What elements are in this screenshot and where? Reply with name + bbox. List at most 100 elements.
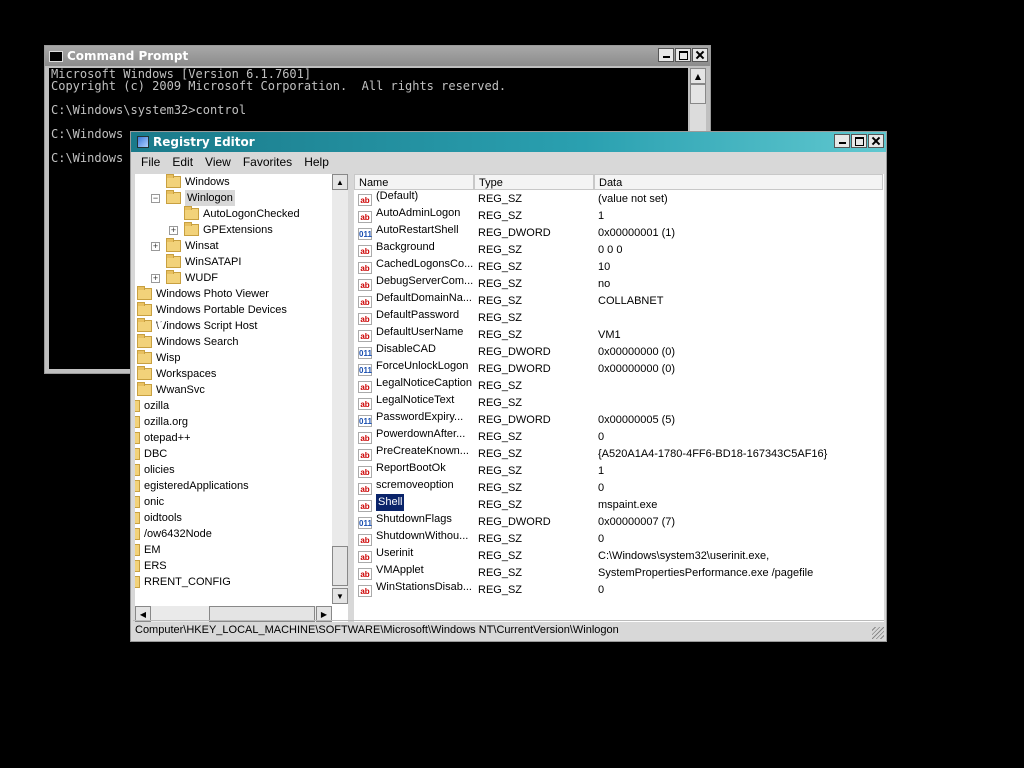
tree-item[interactable]: EM [135, 542, 161, 558]
tree-item[interactable]: RRENT_CONFIG [135, 574, 231, 590]
reg-sz-icon: ab [358, 312, 372, 325]
tree-item[interactable]: + WUDF [151, 270, 218, 286]
value-name: WinStationsDisab... [376, 581, 472, 593]
value-type: REG_SZ [478, 397, 523, 409]
column-header-type[interactable]: Type [474, 174, 594, 190]
tree-item[interactable]: egisteredApplications [135, 478, 249, 494]
tree-item[interactable]: ozilla.org [135, 414, 188, 430]
tree-item[interactable]: oidtools [135, 510, 182, 526]
tree-item[interactable]: Windows Portable Devices [137, 302, 287, 318]
reg-dword-icon: 011 [358, 516, 372, 529]
value-name: CachedLogonsCo... [376, 258, 474, 270]
collapse-icon[interactable]: − [151, 193, 160, 203]
tree-item[interactable]: ozilla [135, 398, 169, 414]
tree-item[interactable]: Windows Photo Viewer [137, 286, 269, 302]
reg-sz-icon: ab [358, 465, 372, 478]
tree-scroll-up-icon[interactable]: ▲ [332, 174, 348, 190]
value-data: 0 0 0 [598, 244, 623, 256]
tree-item[interactable]: /ow6432Node [135, 526, 212, 542]
tree-item[interactable]: onic [135, 494, 164, 510]
tree-item[interactable]: Wisp [137, 350, 180, 366]
tree-item[interactable]: otepad++ [135, 430, 191, 446]
value-name: ForceUnlockLogon [376, 360, 469, 372]
value-name: (Default) [376, 190, 419, 202]
folder-icon [135, 480, 140, 492]
value-type: REG_SZ [478, 295, 523, 307]
tree-item[interactable]: + Winsat [151, 238, 219, 254]
value-data: C:\Windows\system32\userinit.exe, [598, 550, 770, 562]
value-name: AutoRestartShell [376, 224, 459, 236]
value-data: 0 [598, 584, 605, 596]
tree-item[interactable]: Windows Script Host [137, 318, 257, 334]
reg-sz-icon: ab [358, 295, 372, 308]
regedit-maximize-button[interactable] [851, 134, 867, 148]
cmd-minimize-button[interactable] [658, 48, 674, 62]
folder-icon [166, 254, 181, 268]
value-row[interactable]: ab WinStationsDisab... REG_SZ 0 [358, 581, 878, 599]
tree-item[interactable]: + GPExtensions [169, 222, 273, 238]
value-type: REG_SZ [478, 465, 523, 477]
tree-item[interactable]: WinSATAPI [151, 254, 241, 270]
tree-item[interactable]: Windows Search [137, 334, 239, 350]
tree-scroll-down-icon[interactable]: ▼ [332, 588, 348, 604]
folder-icon [135, 496, 140, 508]
cmd-scroll-up-icon[interactable]: ▲ [690, 68, 706, 84]
value-name: VMApplet [376, 564, 424, 576]
tree-scroll-thumb[interactable] [332, 546, 348, 586]
tree-vertical-scrollbar[interactable]: ▲ ▼ [332, 174, 348, 604]
values-list-pane[interactable]: Name Type Data ab (Default) REG_SZ (value n… [354, 174, 884, 622]
folder-icon [184, 222, 199, 236]
tree-item-label: ERS [144, 560, 167, 572]
reg-sz-icon: ab [358, 193, 372, 206]
expand-icon[interactable]: + [151, 273, 160, 283]
tree-item[interactable]: WwanSvc [137, 382, 205, 398]
reg-sz-icon: ab [358, 567, 372, 580]
menu-view[interactable]: View [199, 155, 237, 169]
tree-item-label: egisteredApplications [144, 480, 249, 492]
reg-sz-icon: ab [358, 278, 372, 291]
tree-item[interactable]: Windows [151, 174, 230, 190]
cmd-maximize-button[interactable] [675, 48, 691, 62]
cmd-close-button[interactable] [692, 48, 708, 62]
expand-icon[interactable]: + [169, 225, 178, 235]
column-header-data[interactable]: Data [594, 174, 883, 190]
regedit-title-bar[interactable]: Registry Editor [131, 132, 886, 152]
expand-icon[interactable]: + [151, 241, 160, 251]
tree-item[interactable]: DBC [135, 446, 167, 462]
menu-favorites[interactable]: Favorites [237, 155, 298, 169]
tree-item-label: ozilla.org [144, 416, 189, 428]
resize-grip-icon[interactable] [872, 627, 884, 639]
value-type: REG_SZ [478, 431, 523, 443]
regedit-minimize-button[interactable] [834, 134, 850, 148]
tree-item-label: /ow6432Node [144, 528, 212, 540]
registry-editor-window[interactable]: Registry Editor File Edit View Favorites… [130, 131, 887, 642]
menu-help[interactable]: Help [298, 155, 335, 169]
tree-item[interactable]: ERS [135, 558, 167, 574]
tree-item[interactable]: AutoLogonChecked [169, 206, 300, 222]
folder-icon [137, 302, 152, 316]
folder-icon [135, 560, 140, 572]
folder-icon [135, 576, 140, 588]
tree-item[interactable]: Workspaces [137, 366, 216, 382]
value-type: REG_SZ [478, 550, 523, 562]
tree-item[interactable]: − Winlogon [151, 190, 235, 206]
reg-dword-icon: 011 [358, 227, 372, 240]
tree-item-label: DBC [144, 448, 168, 460]
value-type: REG_SZ [478, 244, 523, 256]
menu-edit[interactable]: Edit [166, 155, 199, 169]
value-name: ShutdownFlags [376, 513, 452, 525]
registry-tree-pane[interactable]: Windows − Winlogon AutoLogonChecked + GPExten… [135, 174, 348, 622]
value-data: 0x00000000 (0) [598, 346, 676, 358]
cmd-scroll-thumb[interactable] [690, 84, 706, 104]
menu-file[interactable]: File [135, 155, 166, 169]
tree-item-label: ozilla [144, 400, 170, 412]
value-data: VM1 [598, 329, 621, 341]
folder-icon [137, 350, 152, 364]
regedit-close-button[interactable] [868, 134, 884, 148]
value-type: REG_SZ [478, 448, 523, 460]
status-bar: Computer\HKEY_LOCAL_MACHINE\SOFTWARE\Mic… [133, 620, 884, 639]
cmd-title-bar[interactable]: Command Prompt [45, 46, 710, 66]
tree-item-label: WwanSvc [156, 384, 205, 396]
tree-item[interactable]: olicies [135, 462, 175, 478]
